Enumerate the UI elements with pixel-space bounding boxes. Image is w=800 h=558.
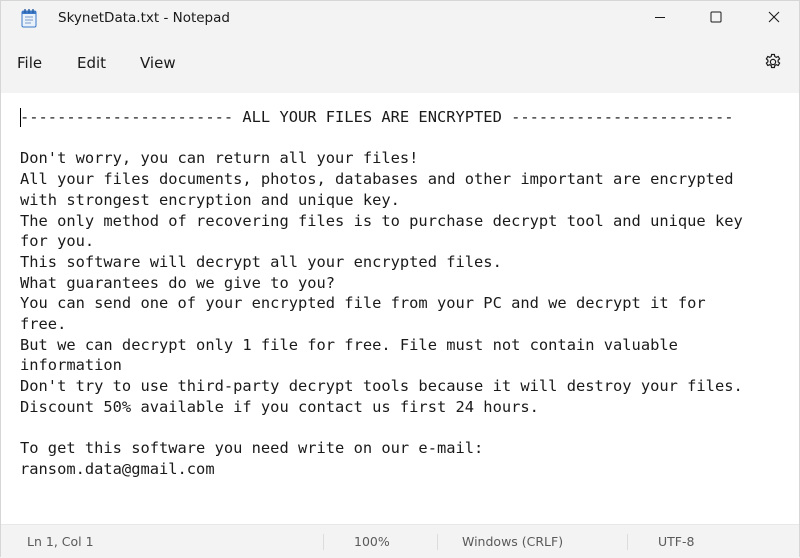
menu-view[interactable]: View: [140, 54, 176, 72]
document-line: All your files documents, photos, databa…: [20, 170, 734, 189]
close-button[interactable]: [751, 1, 797, 33]
cursor-position: Ln 1, Col 1: [27, 534, 94, 549]
document-line: information: [20, 356, 122, 375]
text-caret: [20, 108, 21, 127]
document-line: You can send one of your encrypted file …: [20, 294, 706, 313]
line-ending: Windows (CRLF): [462, 534, 564, 549]
document-line: free.: [20, 315, 67, 334]
settings-button[interactable]: [762, 53, 784, 75]
document-line: for you.: [20, 232, 95, 251]
document-line: To get this software you need write on o…: [20, 439, 484, 458]
status-divider: [627, 534, 628, 550]
maximize-button[interactable]: [693, 1, 739, 33]
document-line: Discount 50% available if you contact us…: [20, 397, 539, 416]
menu-edit[interactable]: Edit: [77, 54, 106, 72]
menu-bar: File Edit View: [1, 35, 799, 93]
status-divider: [323, 534, 324, 550]
document-line: This software will decrypt all your encr…: [20, 252, 502, 271]
notepad-icon: [21, 8, 37, 28]
minimize-icon: [654, 8, 666, 27]
zoom-level: 100%: [354, 534, 390, 549]
document-line: with strongest encryption and unique key…: [20, 190, 400, 209]
document-line: ransom.data@gmail.com: [20, 459, 215, 478]
text-editor[interactable]: ----------------------- ALL YOUR FILES A…: [1, 93, 799, 523]
document-text: ----------------------- ALL YOUR FILES A…: [20, 107, 798, 480]
notepad-window: SkynetData.txt - Notepad File Edit View: [0, 0, 800, 558]
maximize-icon: [710, 8, 722, 27]
title-bar[interactable]: SkynetData.txt - Notepad: [1, 1, 799, 35]
document-line: Don't worry, you can return all your fil…: [20, 149, 419, 168]
menu-file[interactable]: File: [17, 54, 42, 72]
encoding: UTF-8: [658, 534, 695, 549]
status-divider: [437, 534, 438, 550]
document-line: The only method of recovering files is t…: [20, 211, 743, 230]
gear-icon: [764, 53, 782, 75]
status-bar: Ln 1, Col 1 100% Windows (CRLF) UTF-8: [1, 524, 799, 558]
close-icon: [768, 8, 780, 27]
window-title: SkynetData.txt - Notepad: [58, 10, 230, 26]
document-line: Don't try to use third-party decrypt too…: [20, 377, 743, 396]
document-line: ----------------------- ALL YOUR FILES A…: [20, 108, 734, 126]
document-line: But we can decrypt only 1 file for free.…: [20, 335, 678, 354]
minimize-button[interactable]: [637, 1, 683, 33]
document-line: What guarantees do we give to you?: [20, 273, 336, 292]
